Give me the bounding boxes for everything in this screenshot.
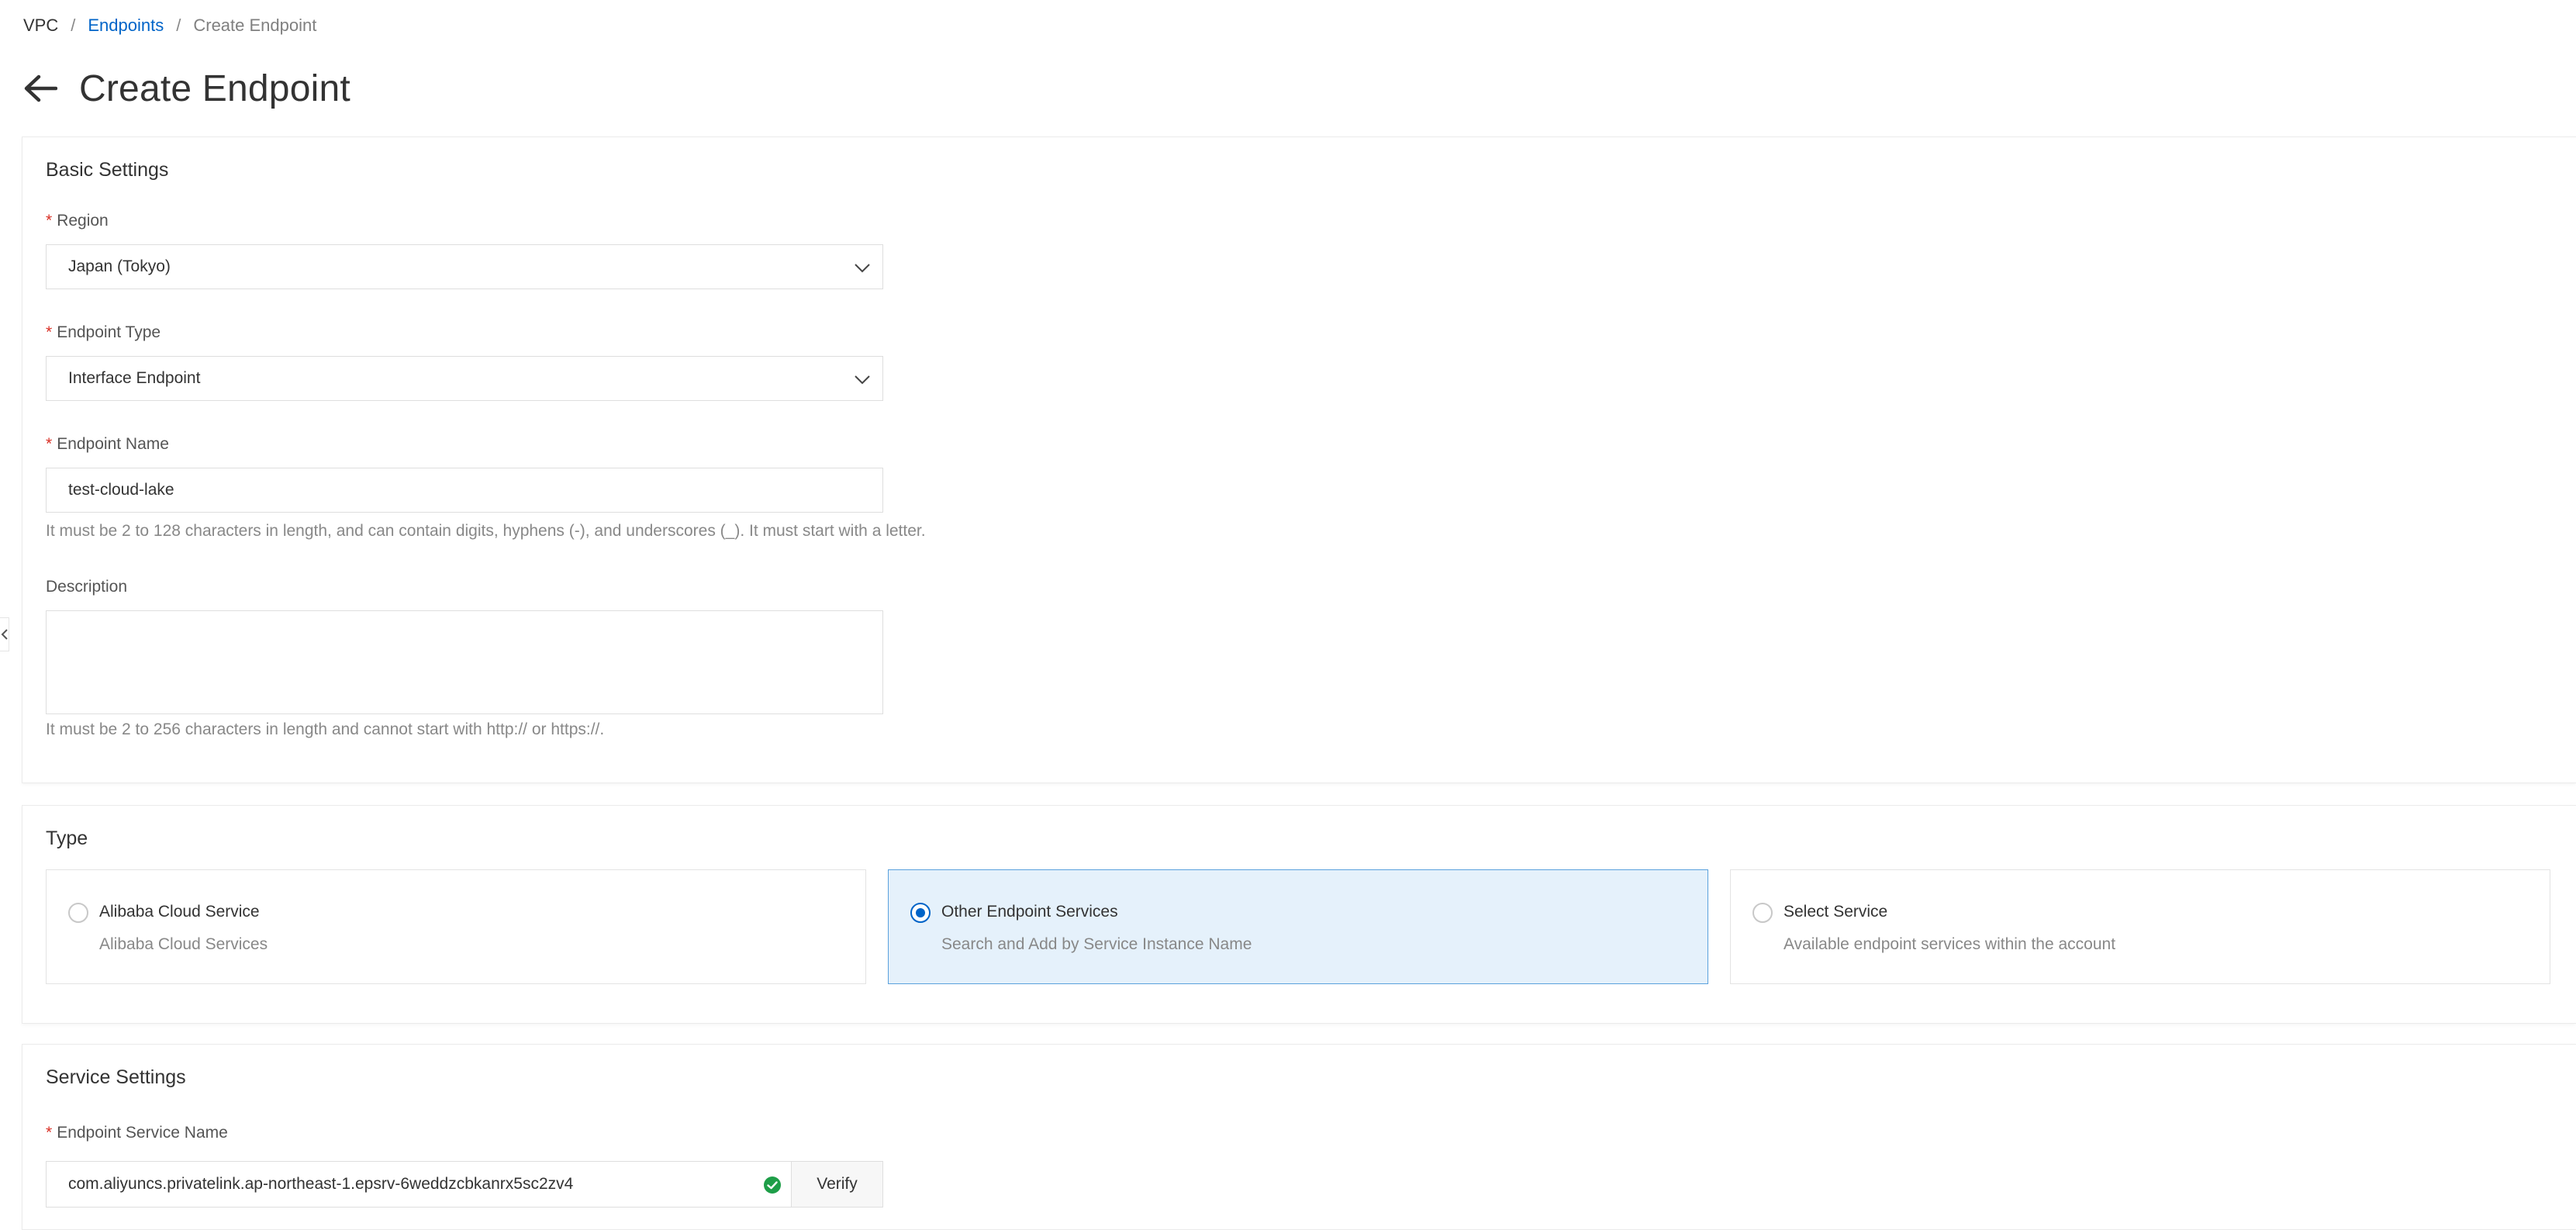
required-mark: * xyxy=(46,435,53,453)
service-name-value: com.aliyuncs.privatelink.ap-northeast-1.… xyxy=(68,1175,574,1193)
endpoint-name-value: test-cloud-lake xyxy=(68,481,174,499)
option-description: Search and Add by Service Instance Name xyxy=(941,935,1252,953)
option-description: Alibaba Cloud Services xyxy=(99,935,268,953)
breadcrumb-root[interactable]: VPC xyxy=(23,16,58,36)
required-mark: * xyxy=(46,1124,53,1142)
basic-settings-title: Basic Settings xyxy=(46,159,169,181)
endpoint-service-name-label: * Endpoint Service Name xyxy=(46,1124,228,1142)
region-value: Japan (Tokyo) xyxy=(68,257,171,275)
type-option-other-endpoint-services[interactable]: Other Endpoint Services Search and Add b… xyxy=(888,869,1708,984)
region-select[interactable]: Japan (Tokyo) xyxy=(46,244,883,289)
description-textarea[interactable] xyxy=(46,610,883,714)
radio-button[interactable] xyxy=(1752,903,1773,923)
description-label: Description xyxy=(46,578,128,596)
endpoint-name-help: It must be 2 to 128 characters in length… xyxy=(46,522,926,540)
breadcrumb-separator: / xyxy=(71,16,76,35)
sidebar-collapse-handle[interactable] xyxy=(0,617,9,651)
verify-button[interactable]: Verify xyxy=(791,1162,882,1207)
endpoint-type-value: Interface Endpoint xyxy=(68,369,201,387)
option-description: Available endpoint services within the a… xyxy=(1784,935,2116,953)
service-settings-card: Service Settings * Endpoint Service Name … xyxy=(22,1044,2576,1230)
option-title: Other Endpoint Services xyxy=(941,903,1118,921)
description-help: It must be 2 to 256 characters in length… xyxy=(46,720,605,738)
type-card: Type Alibaba Cloud Service Alibaba Cloud… xyxy=(22,805,2576,1024)
type-title: Type xyxy=(46,827,88,849)
chevron-left-icon xyxy=(1,629,8,640)
type-option-alibaba-cloud-service[interactable]: Alibaba Cloud Service Alibaba Cloud Serv… xyxy=(46,869,866,984)
endpoint-name-label: * Endpoint Name xyxy=(46,435,169,453)
required-mark: * xyxy=(46,212,53,230)
arrow-left-icon xyxy=(24,74,57,102)
chevron-down-icon xyxy=(855,375,870,385)
page-header: Create Endpoint xyxy=(22,64,350,113)
page-title: Create Endpoint xyxy=(79,67,350,109)
check-circle-icon xyxy=(764,1176,781,1194)
option-title: Select Service xyxy=(1784,903,1888,921)
region-label: * Region xyxy=(46,212,109,230)
breadcrumb: VPC / Endpoints / Create Endpoint xyxy=(23,14,316,37)
service-name-field[interactable]: com.aliyuncs.privatelink.ap-northeast-1.… xyxy=(47,1162,791,1207)
back-button[interactable] xyxy=(22,70,59,107)
breadcrumb-endpoints-link[interactable]: Endpoints xyxy=(88,16,164,36)
option-title: Alibaba Cloud Service xyxy=(99,903,260,921)
endpoint-name-input[interactable]: test-cloud-lake xyxy=(46,468,883,513)
basic-settings-card: Basic Settings * Region Japan (Tokyo) * En… xyxy=(22,136,2576,783)
service-settings-title: Service Settings xyxy=(46,1066,186,1088)
required-mark: * xyxy=(46,323,53,341)
endpoint-type-select[interactable]: Interface Endpoint xyxy=(46,356,883,401)
radio-button-checked[interactable] xyxy=(910,903,931,923)
endpoint-type-label: * Endpoint Type xyxy=(46,323,161,341)
radio-button[interactable] xyxy=(68,903,88,923)
breadcrumb-current: Create Endpoint xyxy=(193,16,317,35)
chevron-down-icon xyxy=(855,264,870,273)
endpoint-service-name-input: com.aliyuncs.privatelink.ap-northeast-1.… xyxy=(46,1161,883,1208)
type-option-select-service[interactable]: Select Service Available endpoint servic… xyxy=(1730,869,2550,984)
breadcrumb-separator: / xyxy=(176,16,181,35)
